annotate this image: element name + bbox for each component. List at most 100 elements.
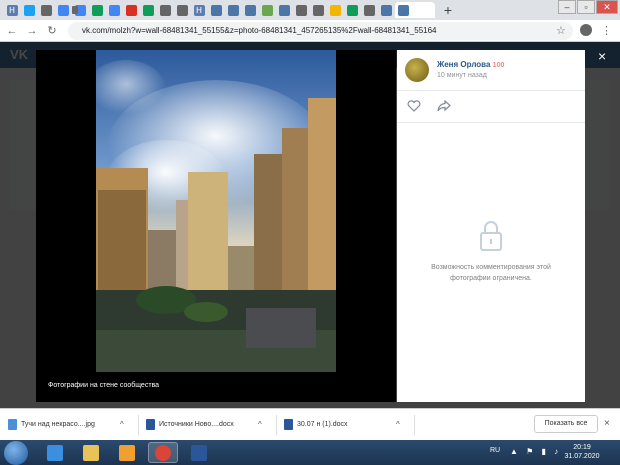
browser-tab[interactable] [140, 2, 156, 18]
browser-tab[interactable]: Н [191, 2, 207, 18]
close-tab-icon[interactable]: × [421, 5, 432, 16]
browser-tab[interactable] [327, 2, 343, 18]
lock-icon[interactable] [72, 6, 78, 14]
tray-icons[interactable]: ▲ ⚑ ▮ ♪ [510, 447, 561, 456]
downloads-bar: Показать все × Тучи над некрасо....jpg ^ И… [0, 408, 620, 440]
photo-caption[interactable]: Фотографии на стене сообщества [48, 382, 159, 389]
file-icon [146, 418, 155, 430]
tab-favicon-icon [159, 4, 171, 16]
tab-favicon-icon [210, 4, 222, 16]
bookmark-star-icon[interactable]: ☆ [556, 24, 566, 37]
window-controls: – ▫ ✕ [557, 0, 618, 14]
tab-favicon-icon [346, 4, 358, 16]
browser-tab[interactable] [344, 2, 360, 18]
post-photo[interactable] [96, 50, 336, 372]
clock-time: 20:19 [573, 444, 591, 451]
photo-panel: Фотографии на стене сообщества [36, 50, 396, 402]
author-badge: 100 [492, 62, 505, 69]
clock[interactable]: 20:19 31.07.2020 [560, 443, 604, 461]
divider [397, 90, 585, 91]
reload-icon[interactable]: ↻ [44, 24, 60, 37]
photo-image [96, 50, 336, 372]
tab-favicon-icon [312, 4, 324, 16]
download-filename: Тучи над некрасо....jpg [21, 421, 95, 428]
tab-favicon-icon [142, 4, 154, 16]
download-item[interactable]: 30.07 н (1).docx [284, 417, 348, 433]
taskbar: RU ▲ ⚑ ▮ ♪ 20:19 31.07.2020 [0, 440, 620, 465]
browser-tab[interactable] [293, 2, 309, 18]
tab-favicon-icon [278, 4, 290, 16]
tab-favicon-icon [57, 4, 69, 16]
browser-tab[interactable] [89, 2, 105, 18]
explorer-taskbar-button[interactable] [76, 442, 106, 463]
tab-favicon-icon [244, 4, 256, 16]
forward-icon[interactable]: → [24, 25, 40, 37]
browser-tab[interactable] [157, 2, 173, 18]
browser-tab[interactable] [208, 2, 224, 18]
like-heart-icon[interactable] [407, 100, 421, 112]
close-viewer-icon[interactable]: × [598, 48, 606, 64]
active-browser-tab[interactable]: × [395, 2, 435, 18]
media-taskbar-button[interactable] [112, 442, 142, 463]
tab-strip: Н Н × + [0, 0, 620, 20]
download-filename: Источники Ново....docx [159, 421, 234, 428]
tab-favicon-icon [108, 4, 120, 16]
chrome-taskbar-button[interactable] [148, 442, 178, 463]
browser-tab[interactable] [106, 2, 122, 18]
post-time[interactable]: 10 минут назад [437, 72, 487, 79]
browser-tab[interactable] [174, 2, 190, 18]
divider [276, 415, 277, 435]
profile-avatar-icon[interactable] [580, 24, 592, 36]
tab-favicon-icon [227, 4, 239, 16]
browser-menu-icon[interactable]: ⋮ [601, 24, 612, 37]
language-indicator[interactable]: RU [490, 447, 500, 454]
tab-favicon-icon: Н [6, 4, 18, 16]
post-sidebar: Женя Орлова 100 10 минут назад Возможнос… [397, 50, 585, 402]
close-downloads-icon[interactable]: × [604, 418, 610, 429]
browser-tab[interactable] [55, 2, 71, 18]
vk-favicon-icon [398, 4, 409, 16]
browser-tab[interactable] [21, 2, 37, 18]
ie-taskbar-button[interactable] [40, 442, 70, 463]
author-name[interactable]: Женя Орлова 100 [437, 60, 504, 69]
browser-tab[interactable]: Н [4, 2, 20, 18]
tab-favicon-icon [295, 4, 307, 16]
download-filename: 30.07 н (1).docx [297, 421, 348, 428]
download-options-chevron-icon[interactable]: ^ [258, 420, 262, 429]
minimize-button[interactable]: – [558, 0, 576, 14]
author-avatar[interactable] [405, 58, 429, 82]
download-options-chevron-icon[interactable]: ^ [120, 420, 124, 429]
browser-tab[interactable] [361, 2, 377, 18]
comments-restricted-text: Возможность комментирования этой фотогра… [431, 264, 551, 282]
tab-favicon-icon [176, 4, 188, 16]
explorer-icon [83, 444, 99, 461]
author-name-text[interactable]: Женя Орлова [437, 60, 490, 69]
browser-tab[interactable] [259, 2, 275, 18]
divider [138, 415, 139, 435]
browser-tab[interactable] [378, 2, 394, 18]
tab-favicon-icon [363, 4, 375, 16]
lock-icon [480, 221, 502, 251]
browser-tab[interactable] [38, 2, 54, 18]
download-item[interactable]: Тучи над некрасо....jpg [8, 417, 95, 433]
download-item[interactable]: Источники Ново....docx [146, 417, 234, 433]
browser-tab[interactable] [310, 2, 326, 18]
close-window-button[interactable]: ✕ [596, 0, 618, 14]
browser-tab[interactable] [242, 2, 258, 18]
word-taskbar-button[interactable] [184, 442, 214, 463]
download-options-chevron-icon[interactable]: ^ [396, 420, 400, 429]
url-input[interactable]: vk.com/molzh?w=wall-68481341_55155&z=pho… [68, 22, 573, 40]
browser-tab[interactable] [225, 2, 241, 18]
share-arrow-icon[interactable] [437, 100, 451, 112]
start-button[interactable] [4, 441, 28, 465]
maximize-button[interactable]: ▫ [577, 0, 595, 14]
tab-favicon-icon [23, 4, 35, 16]
tab-favicon-icon [125, 4, 137, 16]
tab-favicon-icon [261, 4, 273, 16]
browser-tab[interactable] [276, 2, 292, 18]
divider [397, 122, 585, 123]
show-all-button[interactable]: Показать все [534, 415, 598, 433]
new-tab-button[interactable]: + [440, 2, 456, 18]
browser-tab[interactable] [123, 2, 139, 18]
back-icon[interactable]: ← [4, 25, 20, 37]
